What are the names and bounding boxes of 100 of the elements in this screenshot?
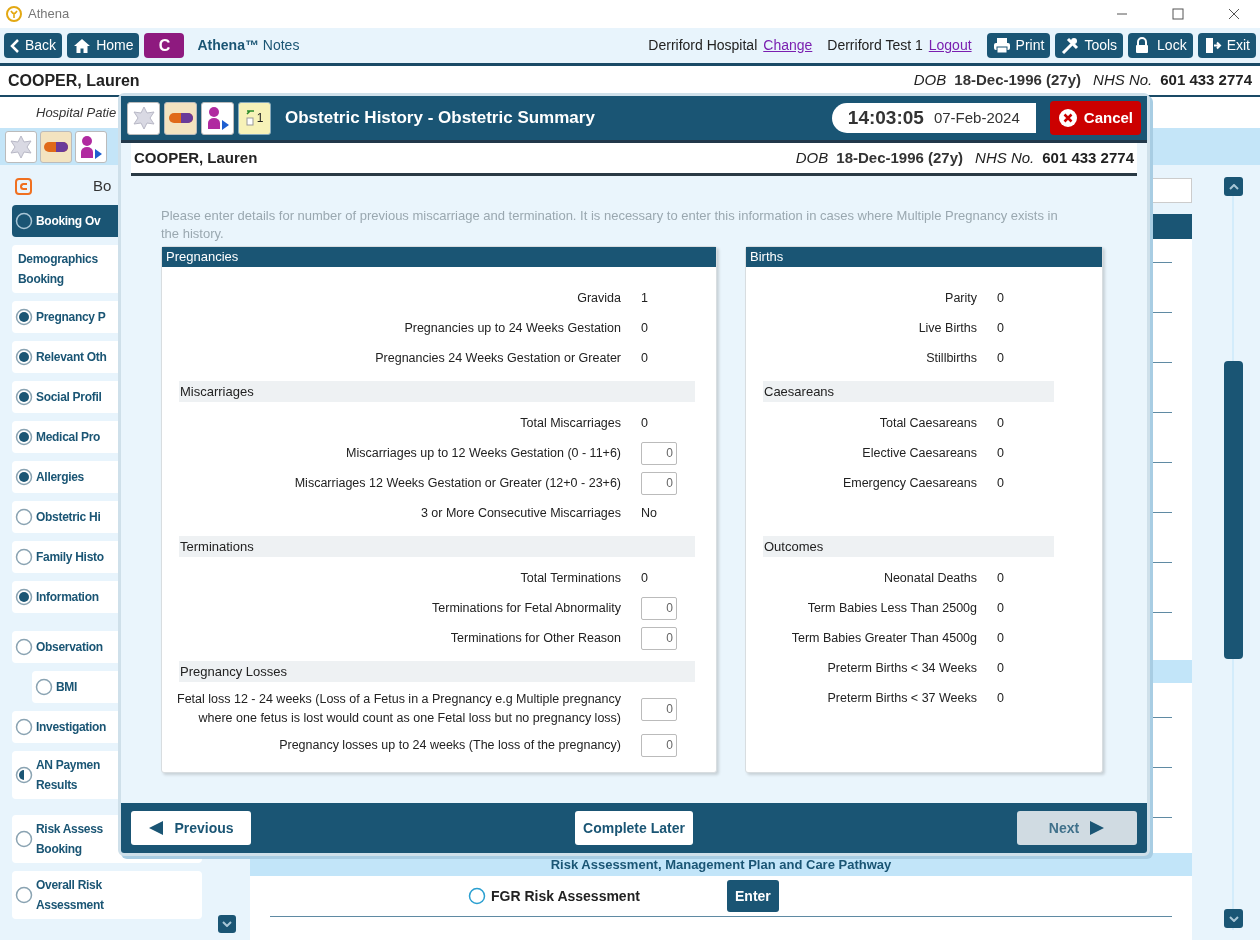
field-label: Elective Caesareans	[861, 444, 978, 462]
notes-logo-icon	[15, 177, 32, 195]
home-icon	[73, 37, 92, 54]
field-label: Total Miscarriages	[519, 414, 622, 432]
exit-button[interactable]: Exit	[1197, 33, 1256, 58]
field-value: 0	[997, 599, 1004, 617]
scroll-down-button[interactable]	[1224, 909, 1243, 928]
app-logo-icon	[6, 6, 22, 22]
dob-label: DOB	[795, 147, 829, 168]
field-label: Term Babies Less Than 2500g	[806, 599, 978, 617]
allergy-button[interactable]	[127, 101, 160, 135]
field-value: 0	[641, 349, 648, 367]
field-label: Pregnancies 24 Weeks Gestation or Greater	[374, 349, 622, 367]
medication-button[interactable]	[164, 101, 197, 135]
user-name: Derriford Test 1	[827, 36, 923, 55]
radio-filled-icon	[15, 388, 33, 406]
number-field[interactable]: 0	[641, 626, 677, 650]
pregnancy-button[interactable]	[75, 130, 107, 163]
section-title: Risk Assessment, Management Plan and Care Pathway	[550, 855, 892, 874]
radio-icon	[35, 678, 53, 696]
medication-button[interactable]	[40, 130, 72, 163]
home-button[interactable]: Home	[67, 33, 140, 58]
field-value: 0	[997, 319, 1004, 337]
cancel-button[interactable]: Cancel	[1049, 101, 1141, 135]
field-label: 3 or More Consecutive Miscarriages	[419, 504, 622, 522]
number-field[interactable]: 0	[641, 697, 677, 721]
radio-icon	[468, 887, 486, 905]
lock-button[interactable]: Lock	[1128, 33, 1193, 58]
c-button[interactable]: C	[144, 33, 185, 58]
field-value: 0	[997, 629, 1004, 647]
close-icon[interactable]	[1228, 8, 1240, 20]
pill-icon	[43, 140, 69, 153]
field-label: Gravida	[576, 289, 622, 307]
radio-icon	[15, 830, 33, 848]
person-arrow-icon	[78, 133, 104, 160]
pregnancy-button[interactable]	[201, 101, 234, 135]
patient-name: COOPER, Lauren	[134, 147, 258, 168]
scroll-up-button[interactable]	[1224, 177, 1243, 196]
patient-name: COOPER, Lauren	[8, 70, 140, 91]
panel-title: Births	[746, 247, 1102, 267]
field-label: Emergency Caesareans	[841, 474, 978, 492]
section-heading: Miscarriages	[179, 381, 695, 402]
field-label: Preterm Births < 34 Weeks	[826, 659, 978, 677]
radio-icon	[15, 886, 33, 904]
chevron-down-icon	[222, 921, 232, 927]
back-button[interactable]: Back	[4, 33, 63, 58]
number-field[interactable]: 0	[641, 596, 677, 620]
radio-filled-icon	[15, 588, 33, 606]
field-label: Pregnancy losses up to 24 weeks (The loss of the pregnancy)	[278, 736, 622, 754]
logout-link[interactable]: Logout	[928, 35, 972, 56]
field-value: 0	[997, 474, 1004, 492]
sidebar-title: Bo	[93, 175, 112, 196]
field-value: 0	[997, 569, 1004, 587]
enter-button[interactable]: Enter	[727, 880, 779, 912]
panel-title: Pregnancies	[162, 247, 716, 267]
field-value: 0	[997, 659, 1004, 677]
field-value: No	[641, 504, 657, 522]
nhs-number: 601 433 2774	[1042, 147, 1134, 168]
radio-icon	[15, 212, 33, 230]
tools-icon	[1061, 37, 1080, 54]
field-label: Parity	[944, 289, 978, 307]
section-heading: Pregnancy Losses	[179, 661, 695, 682]
section-heading: Outcomes	[763, 536, 1054, 557]
radio-icon	[15, 548, 33, 566]
radio-half-icon	[15, 766, 33, 784]
change-link[interactable]: Change	[763, 35, 813, 56]
maximize-icon[interactable]	[1172, 8, 1184, 20]
scroll-down-button[interactable]	[218, 915, 236, 933]
number-field[interactable]: 0	[641, 471, 677, 495]
field-label: Term Babies Greater Than 4500g	[790, 629, 978, 647]
field-value: 0	[997, 689, 1004, 707]
sidebar-item[interactable]: Overall Risk Assessment	[12, 871, 202, 919]
tools-button[interactable]: Tools	[1055, 33, 1124, 58]
radio-icon	[15, 638, 33, 656]
dob-value: 18-Dec-1996 (27y)	[954, 70, 1082, 91]
chevron-up-icon	[1228, 183, 1239, 190]
clock-date: 07-Feb-2024	[933, 107, 1020, 128]
radio-filled-icon	[15, 428, 33, 446]
previous-button[interactable]: Previous	[131, 811, 251, 845]
field-label: Terminations for Other Reason	[449, 629, 622, 647]
print-button[interactable]: Print	[986, 33, 1051, 58]
calendar-button[interactable]: 1	[238, 101, 271, 135]
field-value: 0	[997, 444, 1004, 462]
later-button[interactable]: Complete Later	[575, 811, 693, 845]
back-icon	[10, 37, 20, 54]
field-label: Terminations for Fetal Abnormality	[431, 599, 622, 617]
number-field[interactable]: 0	[641, 733, 677, 757]
radio-icon	[15, 718, 33, 736]
field-label: Miscarriages up to 12 Weeks Gestation (0 - 11+6)	[345, 444, 622, 462]
radio-filled-icon	[15, 348, 33, 366]
number-field[interactable]: 0	[641, 441, 677, 465]
dob-value: 18-Dec-1996 (27y)	[836, 147, 964, 168]
scrollbar-thumb[interactable]	[1224, 361, 1243, 659]
chevron-down-icon	[1228, 915, 1239, 922]
window-title: Athena	[28, 5, 70, 24]
nhs-label: NHS No.	[975, 147, 1035, 168]
field-value: 0	[997, 349, 1004, 367]
field-value: 0	[641, 569, 648, 587]
app-name: Athena™ Notes	[197, 36, 300, 55]
dialog-title: Obstetric History - Obstetric Summary	[285, 107, 595, 130]
